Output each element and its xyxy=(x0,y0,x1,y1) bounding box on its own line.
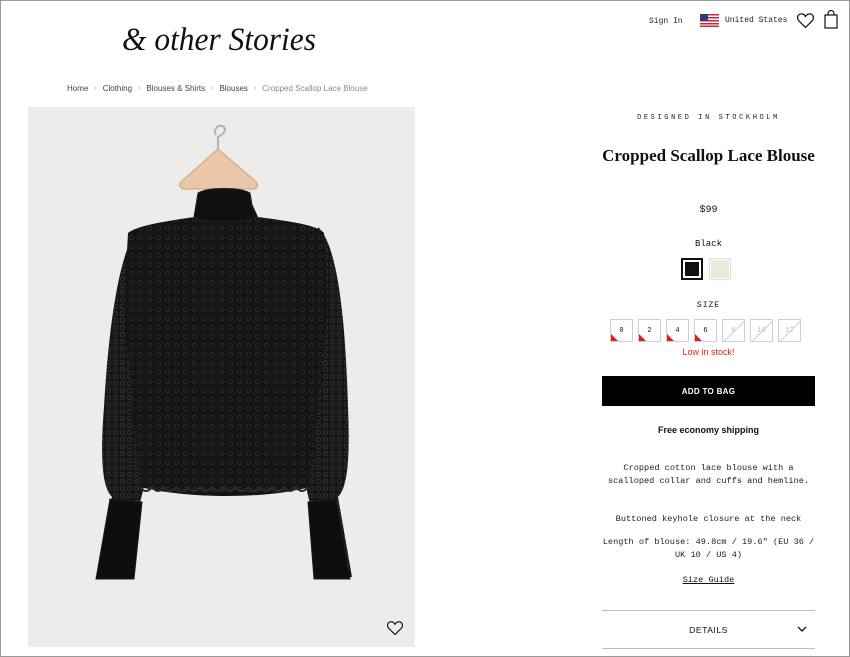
flag-us-icon xyxy=(700,14,719,27)
brand-logo[interactable]: & other Stories xyxy=(120,14,320,62)
breadcrumb-home[interactable]: Home xyxy=(67,84,88,93)
chevron-down-icon xyxy=(797,626,807,632)
product-title: Cropped Scallop Lace Blouse xyxy=(602,146,815,165)
product-price: $99 xyxy=(699,205,718,216)
closure-info: Buttoned keyhole closure at the neck xyxy=(615,514,802,524)
breadcrumb-current: Cropped Scallop Lace Blouse xyxy=(262,84,368,93)
breadcrumb: Home › Clothing › Blouses & Shirts › Blo… xyxy=(67,84,368,93)
breadcrumb-blouses[interactable]: Blouses xyxy=(219,84,247,93)
breadcrumb-separator-icon: › xyxy=(211,85,214,92)
size-selector: 0 2 4 6 8 10 12 xyxy=(610,319,801,342)
size-option-unavailable[interactable]: 10 xyxy=(750,319,773,342)
size-option[interactable]: 0 xyxy=(610,319,633,342)
breadcrumb-separator-icon: › xyxy=(138,85,141,92)
country-label: United States xyxy=(725,16,788,25)
breadcrumb-separator-icon: › xyxy=(94,85,97,92)
low-stock-message: Low in stock! xyxy=(682,347,735,357)
color-swatch-black[interactable] xyxy=(681,258,703,280)
divider xyxy=(602,610,815,611)
heart-icon[interactable] xyxy=(796,12,815,29)
product-image[interactable] xyxy=(28,107,415,647)
svg-text:& other Stories: & other Stories xyxy=(122,22,316,58)
blouse-photo xyxy=(95,124,352,580)
details-label: DETAILS xyxy=(689,625,728,635)
size-option-unavailable[interactable]: 12 xyxy=(778,319,801,342)
size-option[interactable]: 4 xyxy=(666,319,689,342)
breadcrumb-clothing[interactable]: Clothing xyxy=(103,84,132,93)
size-option-unavailable[interactable]: 8 xyxy=(722,319,745,342)
shopping-bag-icon[interactable] xyxy=(824,10,838,29)
divider xyxy=(602,648,815,649)
size-option[interactable]: 2 xyxy=(638,319,661,342)
size-guide-link[interactable]: Size Guide xyxy=(602,575,815,585)
shipping-info: Free economy shipping xyxy=(657,425,760,435)
country-selector[interactable]: United States xyxy=(700,14,787,27)
product-description: Cropped cotton lace blouse with a scallo… xyxy=(607,463,810,486)
selected-color-label: Black xyxy=(694,239,722,249)
size-label: SIZE xyxy=(696,301,721,310)
breadcrumb-separator-icon: › xyxy=(253,85,257,92)
sign-in-link[interactable]: Sign In xyxy=(649,17,683,26)
size-option[interactable]: 6 xyxy=(694,319,717,342)
color-swatch-cream[interactable] xyxy=(709,258,731,280)
designed-in-label: DESIGNED IN STOCKHOLM xyxy=(637,114,780,122)
details-accordion[interactable]: DETAILS xyxy=(602,614,815,646)
add-to-bag-button[interactable]: ADD TO BAG xyxy=(602,376,815,406)
color-swatches xyxy=(681,258,731,280)
breadcrumb-blouses-shirts[interactable]: Blouses & Shirts xyxy=(146,84,205,93)
length-info: Length of blouse: 49.8cm / 19.6" (EU 36 … xyxy=(602,537,815,560)
image-heart-icon[interactable] xyxy=(386,620,404,636)
